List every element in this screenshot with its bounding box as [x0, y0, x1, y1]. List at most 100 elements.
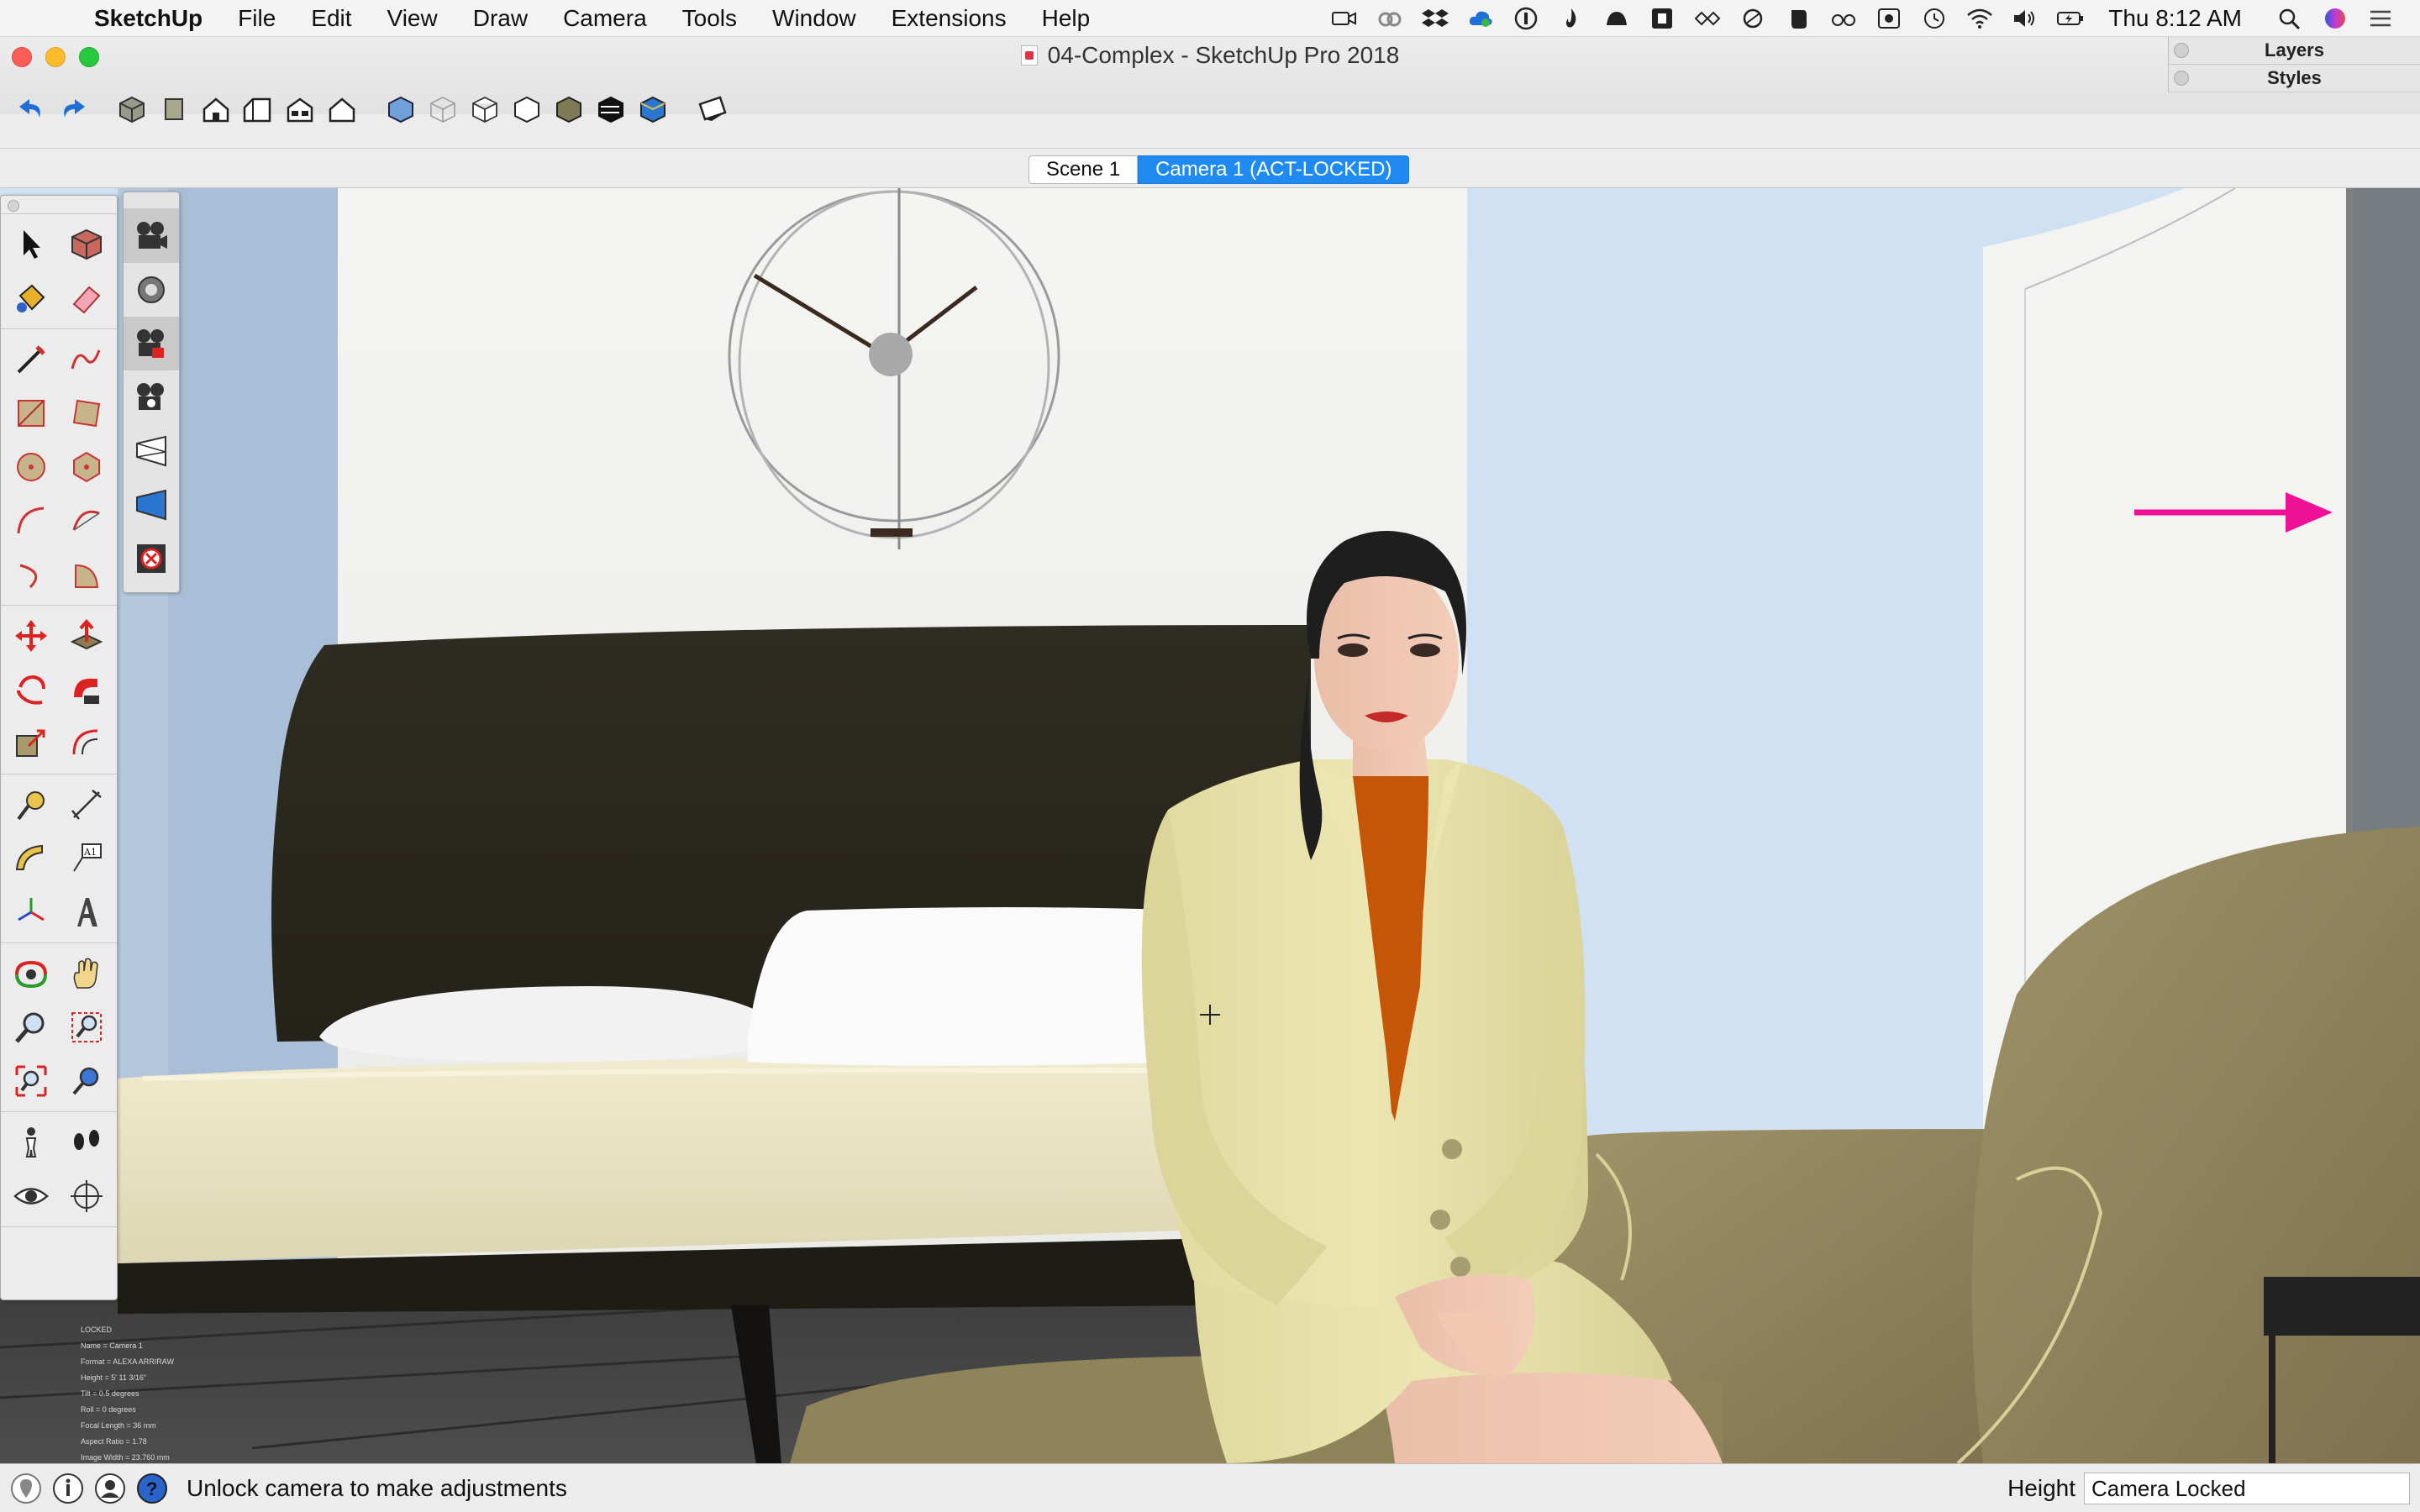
palette-header[interactable]: [1, 196, 117, 214]
volume-icon[interactable]: [2011, 6, 2039, 31]
menu-camera[interactable]: Camera: [563, 5, 647, 32]
frustum-fill-icon[interactable]: [124, 478, 179, 532]
menu-tools[interactable]: Tools: [682, 5, 737, 32]
text-tool-icon[interactable]: A1: [59, 832, 114, 885]
wifi-icon[interactable]: [1965, 6, 1994, 31]
drawing-viewport[interactable]: LOCKED Name = Camera 1 Format = ALEXA AR…: [0, 188, 2420, 1463]
time-machine-icon[interactable]: [1920, 6, 1949, 31]
push-pull-icon[interactable]: [59, 609, 114, 663]
onepassword-icon[interactable]: [1512, 6, 1540, 31]
record-icon[interactable]: [1875, 6, 1903, 31]
geo-location-icon[interactable]: [10, 1473, 42, 1504]
right-view-icon[interactable]: [239, 88, 277, 130]
arc-tool-icon[interactable]: [3, 494, 59, 548]
reset-camera-icon[interactable]: [124, 532, 179, 585]
tape-measure-icon[interactable]: [3, 778, 59, 832]
scale-tool-icon[interactable]: [3, 717, 59, 770]
facetime-icon[interactable]: [1330, 6, 1359, 31]
previous-view-icon[interactable]: [59, 1054, 114, 1108]
menu-help[interactable]: Help: [1042, 5, 1091, 32]
show-hide-frustum-icon[interactable]: [124, 424, 179, 478]
undo-icon[interactable]: [12, 88, 50, 130]
rotated-rectangle-icon[interactable]: [59, 386, 114, 440]
make-component-icon[interactable]: [59, 218, 114, 271]
circle-tool-icon[interactable]: [3, 440, 59, 494]
tray-layers[interactable]: Layers: [2169, 37, 2420, 65]
spotlight-icon[interactable]: [2275, 6, 2304, 31]
zoom-extents-icon[interactable]: [3, 1054, 59, 1108]
shaded-icon[interactable]: [508, 88, 546, 130]
dimension-tool-icon[interactable]: [59, 778, 114, 832]
menu-clock[interactable]: Thu 8:12 AM: [2108, 5, 2242, 32]
menu-extensions[interactable]: Extensions: [892, 5, 1007, 32]
tray-styles[interactable]: Styles: [2169, 65, 2420, 92]
pan-tool-icon[interactable]: [59, 947, 114, 1000]
move-tool-icon[interactable]: [3, 609, 59, 663]
line-tool-icon[interactable]: [3, 333, 59, 386]
section-plane-tool-icon[interactable]: [59, 1169, 114, 1223]
freehand-tool-icon[interactable]: [59, 333, 114, 386]
menu-app-name[interactable]: SketchUp: [94, 5, 203, 32]
palette-header[interactable]: [124, 192, 179, 209]
walk-tool-icon[interactable]: [59, 1116, 114, 1169]
two-point-arc-icon[interactable]: [59, 494, 114, 548]
protractor-icon[interactable]: [3, 832, 59, 885]
pie-tool-icon[interactable]: [59, 548, 114, 601]
left-view-icon[interactable]: [323, 88, 361, 130]
menu-draw[interactable]: Draw: [473, 5, 528, 32]
rotate-tool-icon[interactable]: [3, 663, 59, 717]
link-icon[interactable]: [1693, 6, 1722, 31]
show-hide-cameras-icon[interactable]: [124, 370, 179, 424]
dropbox-icon[interactable]: [1421, 6, 1449, 31]
front-view-icon[interactable]: [197, 88, 235, 130]
battery-icon[interactable]: [2056, 6, 2085, 31]
create-camera-icon[interactable]: [124, 209, 179, 263]
shaded-textures-icon[interactable]: [550, 88, 588, 130]
look-around-icon[interactable]: [3, 1169, 59, 1223]
lock-camera-icon[interactable]: [124, 317, 179, 370]
wireframe-icon[interactable]: [424, 88, 462, 130]
glasses-icon[interactable]: [1829, 6, 1858, 31]
iso-view-icon[interactable]: [113, 88, 151, 130]
back-edges-icon[interactable]: [634, 88, 672, 130]
follow-me-icon[interactable]: [59, 663, 114, 717]
menu-window[interactable]: Window: [772, 5, 856, 32]
cloud-sync-icon[interactable]: [1466, 6, 1495, 31]
section-plane-icon[interactable]: [692, 88, 731, 130]
eraser-icon[interactable]: [59, 271, 114, 325]
monochrome-icon[interactable]: [592, 88, 630, 130]
measurements-input[interactable]: [2084, 1473, 2410, 1504]
redo-icon[interactable]: [54, 88, 92, 130]
creative-cloud-icon[interactable]: [1376, 6, 1404, 31]
hidden-line-icon[interactable]: [466, 88, 504, 130]
app-icon[interactable]: [1648, 6, 1676, 31]
credits-icon[interactable]: [52, 1473, 84, 1504]
menu-edit[interactable]: Edit: [311, 5, 351, 32]
circle-icon[interactable]: [1739, 6, 1767, 31]
flame-icon[interactable]: [1557, 6, 1586, 31]
back-view-icon[interactable]: [281, 88, 319, 130]
menu-file[interactable]: File: [238, 5, 276, 32]
offset-tool-icon[interactable]: [59, 717, 114, 770]
zoom-window-icon[interactable]: [59, 1000, 114, 1054]
siri-icon[interactable]: [2321, 6, 2349, 31]
3d-text-icon[interactable]: [59, 885, 114, 939]
evernote-icon[interactable]: [1784, 6, 1812, 31]
three-point-arc-icon[interactable]: [3, 548, 59, 601]
select-tool-icon[interactable]: [3, 218, 59, 271]
zoom-tool-icon[interactable]: [3, 1000, 59, 1054]
user-account-icon[interactable]: [94, 1473, 126, 1504]
menu-view[interactable]: View: [387, 5, 438, 32]
polygon-tool-icon[interactable]: [59, 440, 114, 494]
notifications-icon[interactable]: [2366, 6, 2395, 31]
rectangle-tool-icon[interactable]: [3, 386, 59, 440]
tab-camera-1[interactable]: Camera 1 (ACT-LOCKED): [1138, 155, 1410, 184]
paint-bucket-icon[interactable]: [3, 271, 59, 325]
axes-tool-icon[interactable]: [3, 885, 59, 939]
top-view-icon[interactable]: [155, 88, 193, 130]
hat-icon[interactable]: [1602, 6, 1631, 31]
instructor-help-icon[interactable]: ?: [136, 1473, 168, 1504]
orbit-tool-icon[interactable]: [3, 947, 59, 1000]
position-camera-icon[interactable]: [3, 1116, 59, 1169]
tab-scene-1[interactable]: Scene 1: [1028, 155, 1139, 184]
